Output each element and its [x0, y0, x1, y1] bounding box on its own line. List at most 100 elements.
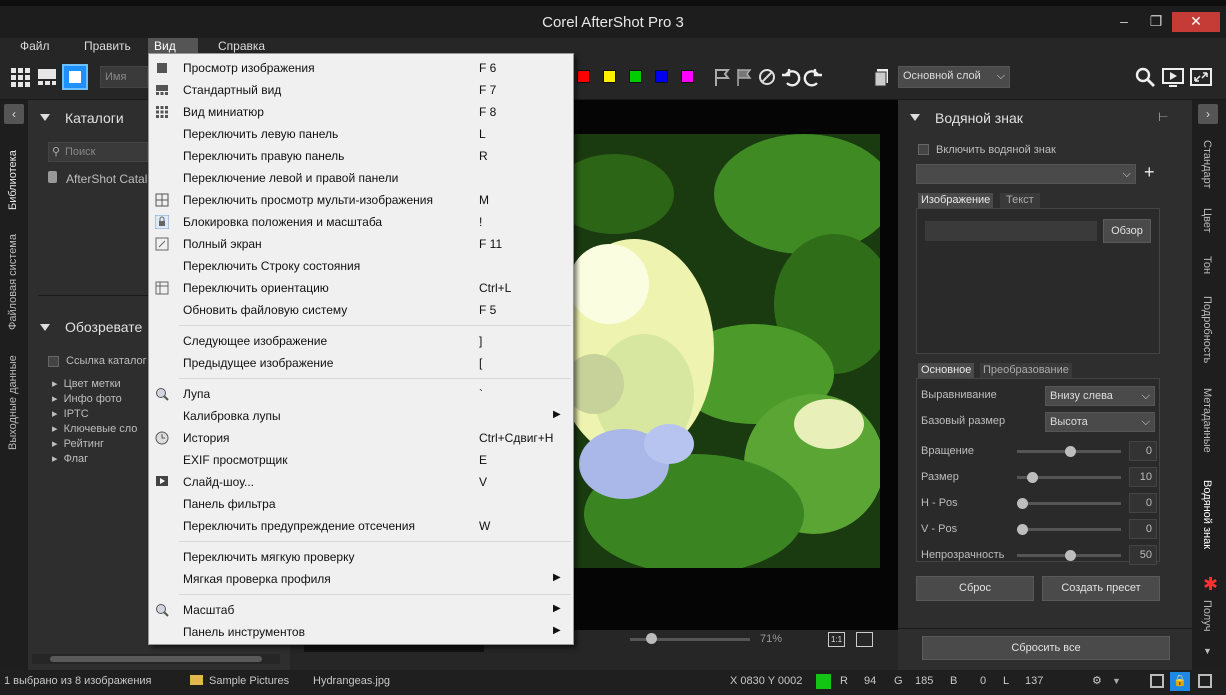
menu-help[interactable]: Справка: [212, 38, 271, 54]
collapse-left-icon[interactable]: ‹: [4, 104, 24, 124]
tab-transform[interactable]: Преобразование: [980, 363, 1072, 378]
collapse-right-icon[interactable]: ›: [1198, 104, 1218, 124]
browser-item[interactable]: ▸ Рейтинг: [52, 437, 137, 452]
horizontal-scrollbar[interactable]: [32, 654, 280, 664]
slider-value[interactable]: 0: [1129, 493, 1157, 513]
rotate-right-icon[interactable]: [802, 66, 824, 88]
slider-value[interactable]: 0: [1129, 441, 1157, 461]
color-label-purple[interactable]: [681, 70, 694, 83]
sort-field[interactable]: Имя: [100, 66, 148, 88]
tab-image[interactable]: Изображение: [918, 193, 994, 208]
menu-item[interactable]: Переключение левой и правой панели: [149, 167, 573, 189]
tab-text[interactable]: Текст: [1000, 193, 1040, 208]
scrollbar-thumb[interactable]: [50, 656, 262, 662]
menu-item[interactable]: Переключить левую панель L: [149, 123, 573, 145]
lock-icon[interactable]: 🔒: [1170, 672, 1190, 691]
actual-size-icon[interactable]: 1:1: [828, 632, 845, 647]
menu-item[interactable]: Переключить предупреждение отсечения W: [149, 515, 573, 537]
dropdown-arrow-icon[interactable]: ▼: [1112, 676, 1121, 686]
menu-item[interactable]: Панель фильтра: [149, 493, 573, 515]
unflag-icon[interactable]: [756, 66, 778, 88]
tab-tone[interactable]: Тон: [1201, 256, 1213, 280]
maximize-button[interactable]: ❐: [1140, 12, 1172, 32]
tab-detail[interactable]: Подробность: [1201, 296, 1213, 372]
menu-item[interactable]: Полный экран F 11: [149, 233, 573, 255]
zoom-slider[interactable]: [630, 633, 750, 644]
fit-to-screen-icon[interactable]: [856, 632, 873, 647]
slider-knob[interactable]: [1065, 446, 1076, 457]
browser-item[interactable]: ▸ Цвет метки: [52, 377, 137, 392]
slider-knob[interactable]: [1026, 472, 1038, 483]
slider-knob[interactable]: [1017, 524, 1028, 535]
menu-item[interactable]: Стандартный вид F 7: [149, 79, 573, 101]
menu-item[interactable]: История Ctrl+Сдвиг+H: [149, 427, 573, 449]
layers-icon[interactable]: [872, 66, 894, 88]
menu-item[interactable]: Панель инструментов ▶: [149, 621, 573, 643]
tab-color[interactable]: Цвет: [1201, 208, 1213, 238]
minimize-button[interactable]: –: [1108, 12, 1140, 32]
base-size-select[interactable]: Высота ⌵: [1045, 412, 1155, 432]
color-label-red[interactable]: [577, 70, 590, 83]
slider-knob[interactable]: [1017, 498, 1028, 509]
close-button[interactable]: ✕: [1172, 12, 1220, 32]
menu-item[interactable]: Лупа `: [149, 383, 573, 405]
reset-all-button[interactable]: Сбросить все: [922, 636, 1170, 660]
menu-edit[interactable]: Править: [78, 38, 137, 54]
create-preset-button[interactable]: Создать пресет: [1042, 576, 1160, 601]
browse-button[interactable]: Обзор: [1103, 219, 1151, 243]
slideshow-icon[interactable]: [1162, 66, 1184, 88]
layout-icon[interactable]: [1150, 674, 1164, 688]
menu-file[interactable]: Файл: [14, 38, 56, 54]
photo-hydrangeas[interactable]: [574, 134, 880, 568]
catalog-item[interactable]: AfterShot Catal: [66, 172, 147, 186]
menu-item[interactable]: Просмотр изображения F 6: [149, 57, 573, 79]
enable-watermark-checkbox[interactable]: [918, 144, 929, 155]
browser-item[interactable]: ▸ Ключевые сло: [52, 422, 137, 437]
tab-output[interactable]: Выходные данные: [7, 346, 19, 450]
fullscreen-icon[interactable]: [1190, 66, 1212, 88]
slider-track[interactable]: [1017, 498, 1121, 509]
standard-view-icon[interactable]: [36, 66, 58, 88]
slider-knob[interactable]: [1065, 550, 1076, 561]
scroll-down-icon[interactable]: ▼: [1203, 646, 1212, 656]
layer-select[interactable]: Основной слой ⌵: [898, 66, 1010, 88]
rotate-left-icon[interactable]: [780, 66, 802, 88]
color-label-green[interactable]: [629, 70, 642, 83]
thumbnail-grid-icon[interactable]: [10, 66, 32, 88]
settings-icon[interactable]: ⚙: [1092, 674, 1102, 687]
alignment-select[interactable]: Внизу слева ⌵: [1045, 386, 1155, 406]
watermark-image-path[interactable]: [925, 221, 1097, 241]
menu-item[interactable]: Калибровка лупы ▶: [149, 405, 573, 427]
collapse-triangle-icon[interactable]: [910, 114, 920, 121]
menu-item[interactable]: Вид миниатюр F 8: [149, 101, 573, 123]
tab-standard[interactable]: Стандарт: [1201, 140, 1213, 196]
menu-item[interactable]: Переключить правую панель R: [149, 145, 573, 167]
collapse-triangle-icon[interactable]: [40, 324, 50, 331]
slider-track[interactable]: [1017, 472, 1121, 483]
tab-metadata[interactable]: Метаданные: [1201, 388, 1213, 460]
catalog-search-input[interactable]: ⚲ Поиск: [48, 142, 148, 162]
slider-value[interactable]: 0: [1129, 519, 1157, 539]
tab-filesystem[interactable]: Файловая система: [7, 224, 19, 330]
menu-item[interactable]: Слайд-шоу... V: [149, 471, 573, 493]
zoom-slider-knob[interactable]: [646, 633, 657, 644]
menu-item[interactable]: Переключить просмотр мульти-изображения M: [149, 189, 573, 211]
menu-item[interactable]: Переключить мягкую проверку: [149, 546, 573, 568]
flag-reject-icon[interactable]: [734, 66, 756, 88]
tab-library[interactable]: Библиотека: [7, 140, 19, 210]
menu-item[interactable]: Блокировка положения и масштаба!: [149, 211, 573, 233]
menu-item[interactable]: Предыдущее изображение [: [149, 352, 573, 374]
tab-watermark[interactable]: Водяной знак: [1201, 480, 1213, 556]
menu-item[interactable]: Масштаб ▶: [149, 599, 573, 621]
menu-view[interactable]: Вид: [148, 38, 198, 54]
slider-track[interactable]: [1017, 550, 1121, 561]
menu-item[interactable]: Мягкая проверка профиля ▶: [149, 568, 573, 590]
browser-item[interactable]: ▸ IPTC: [52, 407, 137, 422]
reset-button[interactable]: Сброс: [916, 576, 1034, 601]
color-label-yellow[interactable]: [603, 70, 616, 83]
watermark-source-select[interactable]: ⌵: [916, 164, 1136, 184]
menu-item[interactable]: Следующее изображение]: [149, 330, 573, 352]
catalog-link-checkbox[interactable]: [48, 356, 59, 367]
menu-item[interactable]: EXIF просмотрщик E: [149, 449, 573, 471]
flag-icon[interactable]: [712, 66, 734, 88]
